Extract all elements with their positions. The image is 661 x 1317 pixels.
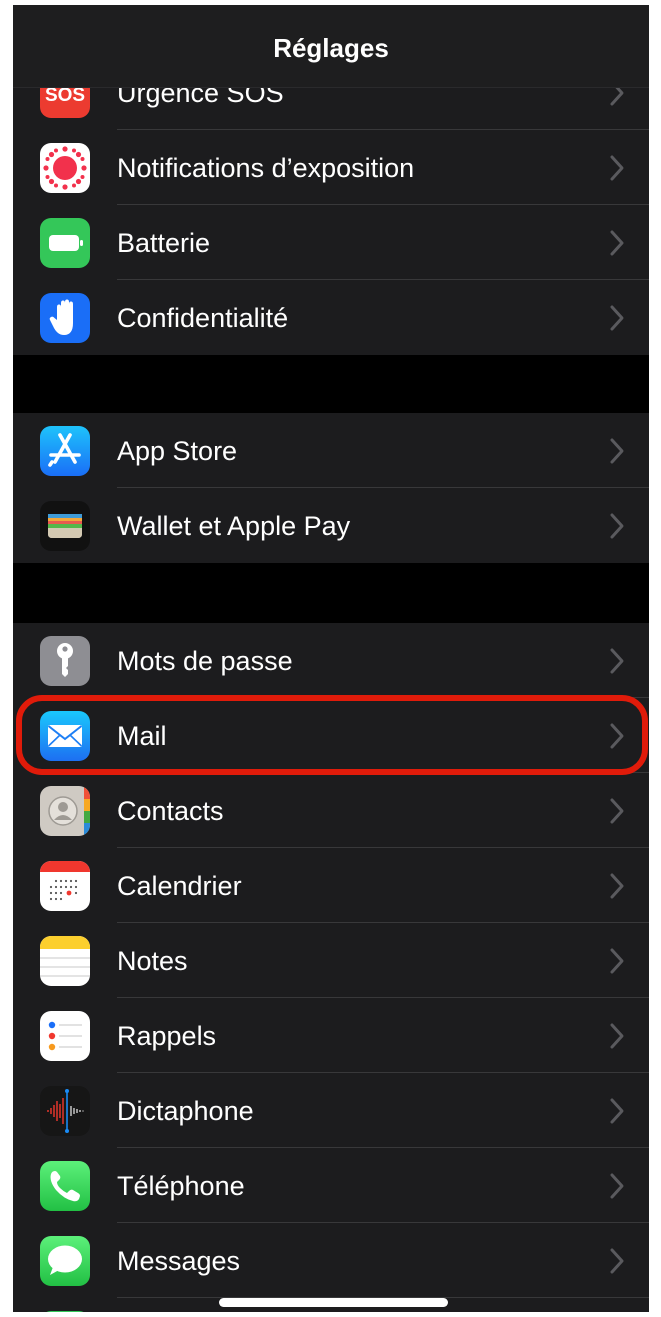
chevron-right-icon bbox=[610, 305, 624, 331]
mail-icon bbox=[40, 711, 90, 761]
settings-row-messages[interactable]: Messages bbox=[13, 1223, 649, 1298]
chevron-right-icon bbox=[610, 1248, 624, 1274]
chevron-right-icon bbox=[610, 1098, 624, 1124]
chevron-right-icon bbox=[610, 438, 624, 464]
reminders-icon bbox=[40, 1011, 90, 1061]
settings-row-wallet[interactable]: Wallet et Apple Pay bbox=[13, 488, 649, 563]
wallet-icon bbox=[40, 501, 90, 551]
settings-row-confidentialite[interactable]: Confidentialité bbox=[13, 280, 649, 355]
chevron-right-icon bbox=[610, 1023, 624, 1049]
settings-row-mots-de-passe[interactable]: Mots de passe bbox=[13, 623, 649, 698]
settings-screen: Réglages SOS Urgence SOS Notifications d… bbox=[13, 5, 649, 1312]
notes-icon bbox=[40, 936, 90, 986]
calendar-icon bbox=[40, 861, 90, 911]
settings-row-exposure-notifications[interactable]: Notifications d’exposition bbox=[13, 130, 649, 205]
exposure-notifications-icon bbox=[40, 143, 90, 193]
row-label: Dictaphone bbox=[117, 1096, 254, 1126]
contacts-icon bbox=[40, 786, 90, 836]
messages-icon bbox=[40, 1236, 90, 1286]
row-label: App Store bbox=[117, 436, 238, 466]
chevron-right-icon bbox=[610, 513, 624, 539]
row-label: Calendrier bbox=[117, 871, 242, 901]
page-title: Réglages bbox=[273, 33, 389, 63]
privacy-hand-icon bbox=[40, 293, 90, 343]
facetime-icon bbox=[40, 1311, 90, 1312]
row-label: Contacts bbox=[117, 796, 224, 826]
settings-row-mail[interactable]: Mail bbox=[13, 698, 649, 773]
settings-row-calendrier[interactable]: Calendrier bbox=[13, 848, 649, 923]
chevron-right-icon bbox=[610, 1173, 624, 1199]
row-label: Notifications d’exposition bbox=[117, 153, 415, 183]
settings-row-app-store[interactable]: App Store bbox=[13, 413, 649, 488]
settings-row-notes[interactable]: Notes bbox=[13, 923, 649, 998]
row-label: Wallet et Apple Pay bbox=[117, 511, 351, 541]
home-indicator[interactable] bbox=[219, 1298, 448, 1307]
chevron-right-icon bbox=[610, 948, 624, 974]
settings-row-dictaphone[interactable]: Dictaphone bbox=[13, 1073, 649, 1148]
app-store-icon bbox=[40, 426, 90, 476]
row-label: Confidentialité bbox=[117, 303, 289, 333]
row-label: Batterie bbox=[117, 228, 211, 258]
row-label: Téléphone bbox=[117, 1171, 245, 1201]
row-label: Notes bbox=[117, 946, 188, 976]
settings-row-rappels[interactable]: Rappels bbox=[13, 998, 649, 1073]
settings-group-3: Mots de passe Mail Contacts Calendrier N… bbox=[13, 623, 649, 1312]
chevron-right-icon bbox=[610, 873, 624, 899]
settings-row-contacts[interactable]: Contacts bbox=[13, 773, 649, 848]
voice-memos-icon bbox=[40, 1086, 90, 1136]
settings-group-2: App Store Wallet et Apple Pay bbox=[13, 413, 649, 563]
svg-text:SOS: SOS bbox=[45, 85, 85, 106]
row-label: Messages bbox=[117, 1246, 241, 1276]
phone-icon bbox=[40, 1161, 90, 1211]
battery-icon bbox=[40, 218, 90, 268]
settings-row-telephone[interactable]: Téléphone bbox=[13, 1148, 649, 1223]
key-icon bbox=[40, 636, 90, 686]
chevron-right-icon bbox=[610, 230, 624, 256]
chevron-right-icon bbox=[610, 723, 624, 749]
chevron-right-icon bbox=[610, 798, 624, 824]
settings-group-1: SOS Urgence SOS Notifications d’expositi… bbox=[13, 55, 649, 355]
row-label: Mail bbox=[117, 721, 167, 751]
row-label: Mots de passe bbox=[117, 646, 293, 676]
row-label: Rappels bbox=[117, 1021, 217, 1051]
navigation-bar: Réglages bbox=[13, 5, 649, 88]
chevron-right-icon bbox=[610, 648, 624, 674]
settings-row-batterie[interactable]: Batterie bbox=[13, 205, 649, 280]
chevron-right-icon bbox=[610, 155, 624, 181]
